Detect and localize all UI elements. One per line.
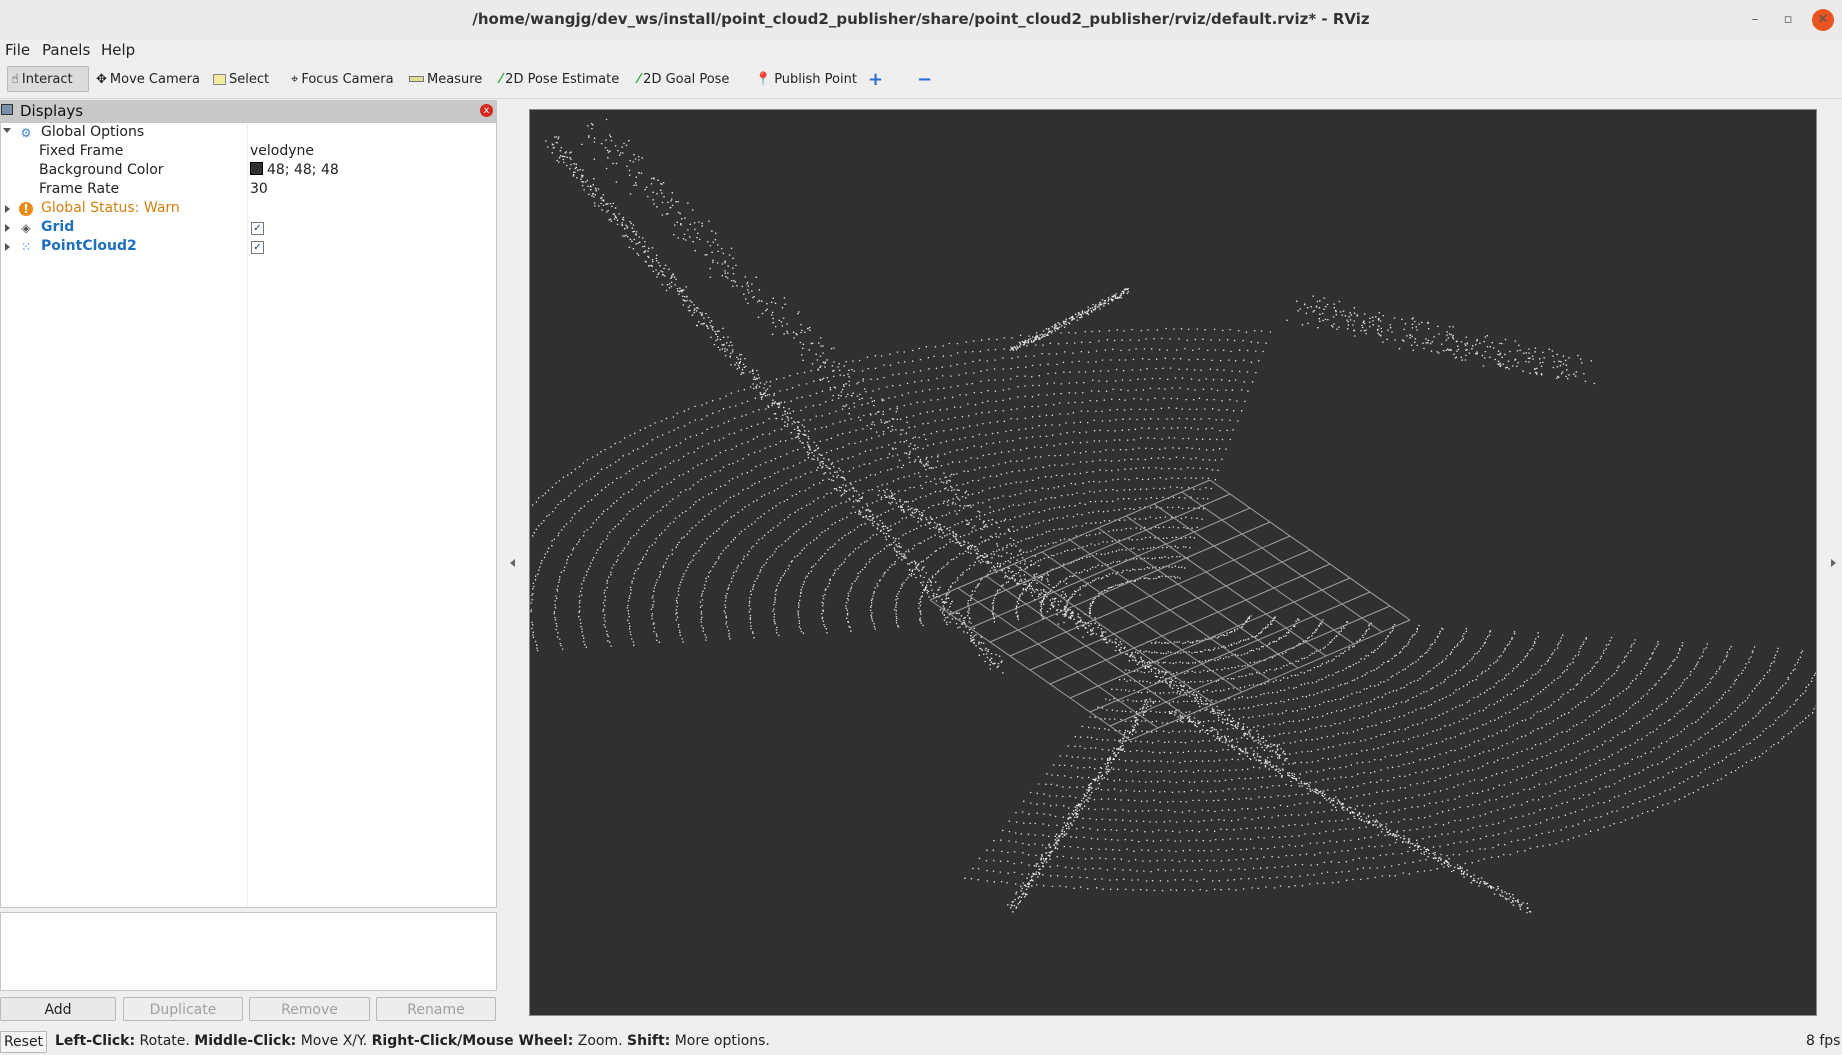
pose-estimate-tool-button[interactable]: ⁄ 2D Pose Estimate [500,66,619,92]
frame-rate-label: Frame Rate [39,181,120,197]
add-display-button[interactable]: Add [0,997,116,1021]
global-status-label: Global Status: Warn [41,200,180,216]
fixed-frame-value[interactable]: velodyne [250,143,314,159]
measure-label: Measure [427,71,483,87]
close-window-button[interactable]: ✕ [1812,9,1834,31]
displays-title: Displays [20,102,84,120]
tree-row-global-status[interactable]: ! Global Status: Warn [1,200,496,219]
interact-tool-button[interactable]: ☝ Interact [7,66,89,92]
fps-counter: 8 fps [1806,1033,1841,1049]
move-camera-label: Move Camera [109,71,200,87]
tree-row-grid[interactable]: ◈ Grid ✓ [1,219,496,238]
tree-row-background-color[interactable]: Background Color 48; 48; 48 [1,162,496,181]
tree-row-pointcloud2[interactable]: ⁙ PointCloud2 ✓ [1,238,496,257]
ruler-icon [409,76,424,82]
green-arrow-icon: ⁄ [500,71,503,87]
close-panel-button[interactable]: x [480,104,493,117]
toolbar: ☝ Interact ✥ Move Camera Select ⌖ Focus … [0,60,1842,99]
frame-rate-value[interactable]: 30 [250,181,268,197]
expand-arrow-icon[interactable] [5,243,10,251]
select-box-icon [213,73,226,85]
map-pin-icon: 📍 [755,71,772,87]
point-cloud-points [530,118,1816,914]
background-color-value: 48; 48; 48 [267,162,339,178]
point-cloud-render [530,118,1816,914]
window-title: /home/wangjg/dev_ws/install/point_cloud2… [472,10,1370,28]
pose-estimate-label: 2D Pose Estimate [505,71,620,87]
remove-button[interactable]: Remove [249,997,370,1021]
expand-arrow-icon[interactable] [3,128,11,133]
move-arrows-icon: ✥ [96,71,107,87]
grid-checkbox[interactable]: ✓ [251,222,264,235]
tree-row-frame-rate[interactable]: Frame Rate 30 [1,181,496,200]
interact-label: Interact [21,71,73,87]
grid-label: Grid [41,219,75,235]
monitor-icon [1,104,13,115]
3d-render-viewport[interactable] [529,109,1817,1016]
menu-help[interactable]: Help [101,41,135,59]
goal-pose-label: 2D Goal Pose [643,71,730,87]
green-arrow-icon: ⁄ [638,71,641,87]
publish-point-tool-button[interactable]: 📍 Publish Point [755,66,857,92]
select-tool-button[interactable]: Select [213,66,269,92]
hint-middle-click-val: Move X/Y. [296,1033,372,1049]
menu-file[interactable]: File [5,41,30,59]
gear-icon: ⚙ [20,126,32,140]
color-swatch [250,162,263,175]
background-color-field[interactable]: 48; 48; 48 [250,162,339,178]
grid-icon: ◈ [21,221,31,235]
window-titlebar: /home/wangjg/dev_ws/install/point_cloud2… [0,0,1842,41]
move-camera-tool-button[interactable]: ✥ Move Camera [96,66,200,92]
measure-tool-button[interactable]: Measure [409,66,482,92]
hint-shift-val: More options. [670,1033,770,1049]
crosshair-icon: ⌖ [291,71,299,87]
pointcloud2-label: PointCloud2 [41,238,137,254]
rename-button[interactable]: Rename [376,997,496,1021]
hint-middle-click-key: Middle-Click: [194,1033,297,1049]
menu-panels[interactable]: Panels [42,41,90,59]
description-panel [0,912,497,991]
hint-right-click-key: Right-Click/Mouse Wheel: [371,1033,574,1049]
collapse-right-arrow-icon[interactable] [1831,559,1836,567]
expand-arrow-icon[interactable] [5,205,10,213]
hint-right-click-val: Zoom. [573,1033,628,1049]
fixed-frame-label: Fixed Frame [39,143,124,159]
focus-camera-label: Focus Camera [301,71,394,87]
point-cloud-icon: ⁙ [20,240,32,254]
select-label: Select [229,71,270,87]
hint-shift-key: Shift: [627,1033,671,1049]
displays-panel-header: Displays x [0,100,497,122]
tree-row-global-options[interactable]: ⚙ Global Options [1,124,496,143]
minimize-button[interactable]: – [1744,9,1766,31]
pointcloud2-checkbox[interactable]: ✓ [251,241,264,254]
hint-left-click-val: Rotate. [135,1033,195,1049]
menubar: File Panels Help [0,40,1842,60]
displays-tree: ⚙ Global Options Fixed Frame velodyne Ba… [0,122,497,908]
grid-lines [929,479,1411,741]
global-options-label: Global Options [41,124,145,140]
remove-tool-button[interactable]: − [917,66,932,92]
tree-row-fixed-frame[interactable]: Fixed Frame velodyne [1,143,496,162]
collapse-left-arrow-icon[interactable] [510,559,515,567]
add-tool-button[interactable]: + [868,66,883,92]
maximize-button[interactable]: ▫ [1777,9,1799,31]
statusbar: Reset Left-Click: Rotate. Middle-Click: … [0,1029,1842,1055]
hint-left-click-key: Left-Click: [55,1033,136,1049]
background-color-label: Background Color [39,162,164,178]
warning-icon: ! [19,202,33,216]
goal-pose-tool-button[interactable]: ⁄ 2D Goal Pose [638,66,729,92]
expand-arrow-icon[interactable] [5,224,10,232]
reset-button[interactable]: Reset [0,1031,47,1053]
focus-camera-tool-button[interactable]: ⌖ Focus Camera [291,66,394,92]
hand-cursor-icon: ☝ [11,71,19,87]
publish-point-label: Publish Point [774,71,857,87]
mouse-hint: Left-Click: Rotate. Middle-Click: Move X… [55,1033,770,1049]
duplicate-button[interactable]: Duplicate [123,997,243,1021]
